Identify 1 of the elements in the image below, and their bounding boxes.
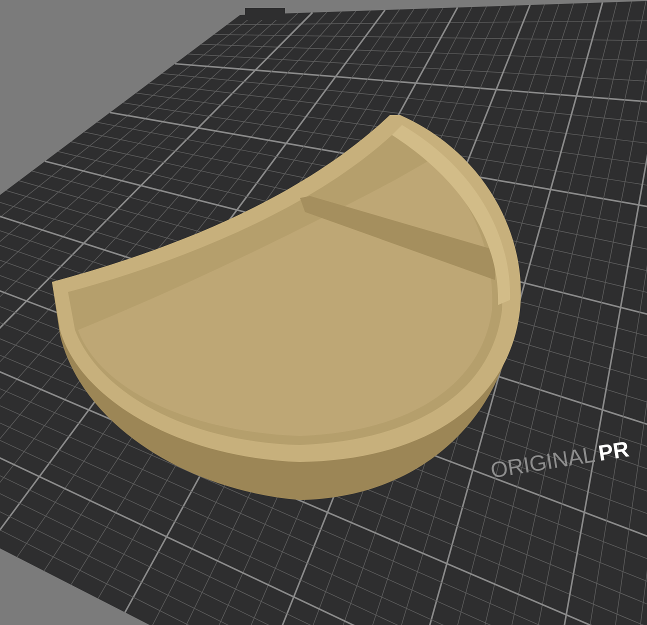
bed-logo-text: ORIGINAL PR [488, 436, 631, 483]
